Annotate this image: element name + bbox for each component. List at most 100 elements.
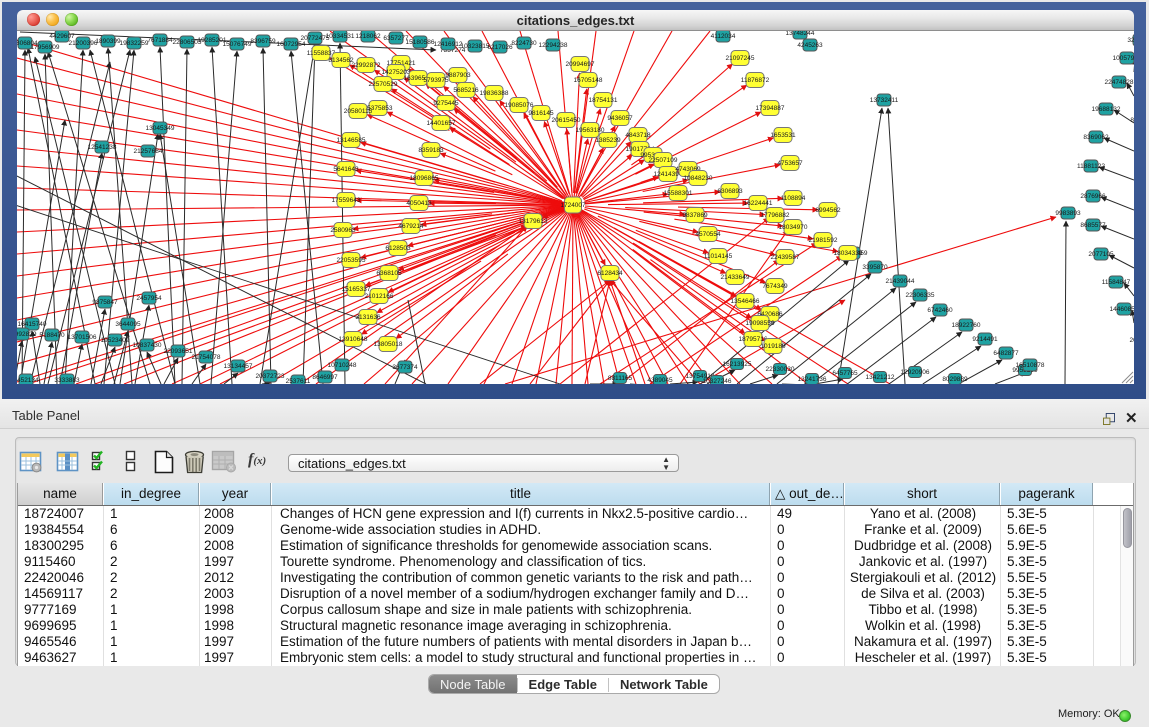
svg-text:12294238: 12294238 <box>539 42 568 49</box>
svg-text:6368105: 6368105 <box>376 270 402 277</box>
svg-text:11584847: 11584847 <box>1102 279 1131 286</box>
svg-text:6994562: 6994562 <box>815 207 841 214</box>
svg-text:16224441: 16224441 <box>744 200 773 207</box>
svg-text:13421212: 13421212 <box>866 374 895 381</box>
svg-text:8359183: 8359183 <box>418 147 444 154</box>
svg-text:22570529: 22570529 <box>369 81 398 88</box>
svg-text:13910648: 13910648 <box>339 336 368 343</box>
svg-text:8224730: 8224730 <box>511 40 537 47</box>
svg-text:15076749: 15076749 <box>223 41 252 48</box>
svg-text:22507109: 22507109 <box>649 157 678 164</box>
svg-text:7452134: 7452134 <box>17 377 39 384</box>
svg-text:21012166: 21012166 <box>365 293 394 300</box>
svg-text:13732411: 13732411 <box>870 97 899 104</box>
svg-text:8134562: 8134562 <box>328 57 354 64</box>
svg-text:18992829: 18992829 <box>17 331 37 338</box>
svg-text:3333883: 3333883 <box>54 377 80 384</box>
svg-text:16705148: 16705148 <box>574 77 603 84</box>
svg-text:6457765: 6457765 <box>832 370 858 377</box>
svg-text:18096865: 18096865 <box>410 175 439 182</box>
svg-text:10057945: 10057945 <box>1113 55 1134 62</box>
svg-text:7671884: 7671884 <box>147 37 173 44</box>
svg-text:11876872: 11876872 <box>741 77 770 84</box>
svg-text:6742460: 6742460 <box>927 307 953 314</box>
svg-text:8029889: 8029889 <box>942 376 968 383</box>
svg-text:13146585: 13146585 <box>337 137 366 144</box>
svg-text:8079409: 8079409 <box>1130 117 1134 124</box>
svg-text:12541238: 12541238 <box>88 144 117 151</box>
svg-text:11558837: 11558837 <box>307 50 336 57</box>
svg-text:2537611: 2537611 <box>286 378 311 384</box>
svg-text:5685216: 5685216 <box>453 87 479 94</box>
svg-text:16510878: 16510878 <box>1016 362 1045 369</box>
svg-text:2580963: 2580963 <box>330 227 356 234</box>
svg-text:9837869: 9837869 <box>682 212 708 219</box>
svg-text:9436057: 9436057 <box>607 115 633 122</box>
svg-text:13701506: 13701506 <box>68 334 97 341</box>
svg-text:22053595: 22053595 <box>337 257 366 264</box>
svg-text:6217026: 6217026 <box>487 44 513 51</box>
svg-text:10848230: 10848230 <box>684 175 713 182</box>
svg-text:4389045: 4389045 <box>647 377 673 384</box>
svg-text:10327246: 10327246 <box>703 378 732 384</box>
svg-text:13134457: 13134457 <box>224 363 253 370</box>
svg-text:22093651: 22093651 <box>164 348 193 355</box>
svg-text:5641643: 5641643 <box>333 166 359 173</box>
svg-text:19832259: 19832259 <box>120 40 149 47</box>
svg-text:22474828: 22474828 <box>1105 79 1134 86</box>
svg-text:20580115: 20580115 <box>344 108 373 115</box>
svg-text:17956909: 17956909 <box>31 44 60 51</box>
svg-text:21257684: 21257684 <box>134 148 163 155</box>
svg-text:21097245: 21097245 <box>726 55 755 62</box>
svg-text:17394887: 17394887 <box>756 105 785 112</box>
svg-text:8369062: 8369062 <box>1083 134 1109 141</box>
svg-text:14460856: 14460856 <box>1110 306 1134 313</box>
svg-text:8685577: 8685577 <box>1080 222 1106 229</box>
svg-text:6128434: 6128434 <box>597 270 623 277</box>
svg-text:2457954: 2457954 <box>136 295 162 302</box>
svg-text:1019189: 1019189 <box>760 343 786 350</box>
svg-text:13805018: 13805018 <box>374 341 403 348</box>
svg-text:21200396: 21200396 <box>69 40 98 47</box>
svg-text:4112034: 4112034 <box>711 33 736 40</box>
svg-text:2077105: 2077105 <box>1088 251 1114 258</box>
svg-text:18754131: 18754131 <box>589 97 618 104</box>
svg-text:16213925: 16213925 <box>723 361 752 368</box>
svg-text:20031404: 20031404 <box>1130 337 1134 344</box>
svg-text:21754078: 21754078 <box>192 354 221 361</box>
svg-text:3644095: 3644095 <box>115 321 141 328</box>
svg-text:9816145: 9816145 <box>528 110 554 117</box>
svg-text:8396759: 8396759 <box>250 38 276 45</box>
svg-text:15165337: 15165337 <box>342 286 371 293</box>
svg-text:13241736: 13241736 <box>798 376 827 383</box>
svg-text:6306893: 6306893 <box>717 188 743 195</box>
svg-text:21439044: 21439044 <box>886 278 915 285</box>
svg-text:4843718: 4843718 <box>625 132 651 139</box>
svg-text:15180586: 15180586 <box>406 39 435 46</box>
svg-text:6482877: 6482877 <box>993 350 1019 357</box>
svg-text:22330030: 22330030 <box>766 366 795 373</box>
svg-text:13546466: 13546466 <box>731 298 760 305</box>
svg-text:5188470: 5188470 <box>39 332 65 339</box>
svg-text:7674349: 7674349 <box>762 283 788 290</box>
svg-text:18795716: 18795716 <box>739 336 768 343</box>
svg-text:10837430: 10837430 <box>133 342 162 349</box>
svg-text:10323815: 10323815 <box>461 43 490 50</box>
svg-text:22306335: 22306335 <box>906 292 935 299</box>
svg-text:17796882: 17796882 <box>761 212 790 219</box>
svg-text:22992872: 22992872 <box>352 62 381 69</box>
svg-text:9275445: 9275445 <box>433 100 459 107</box>
svg-text:4050413: 4050413 <box>406 200 432 207</box>
svg-text:20372723: 20372723 <box>256 373 285 380</box>
svg-text:11014145: 11014145 <box>704 253 733 260</box>
svg-text:16072954: 16072954 <box>277 41 306 48</box>
svg-text:4429607: 4429607 <box>49 33 75 40</box>
svg-text:17559643: 17559643 <box>332 197 361 204</box>
svg-text:13179613: 13179613 <box>519 218 548 225</box>
svg-text:9214491: 9214491 <box>972 336 998 343</box>
svg-text:20615450: 20615450 <box>552 117 581 124</box>
svg-text:2876966: 2876966 <box>1080 193 1106 200</box>
svg-text:1890399: 1890399 <box>95 38 121 45</box>
svg-text:1108894: 1108894 <box>781 195 806 202</box>
svg-text:18034339: 18034339 <box>834 250 863 257</box>
